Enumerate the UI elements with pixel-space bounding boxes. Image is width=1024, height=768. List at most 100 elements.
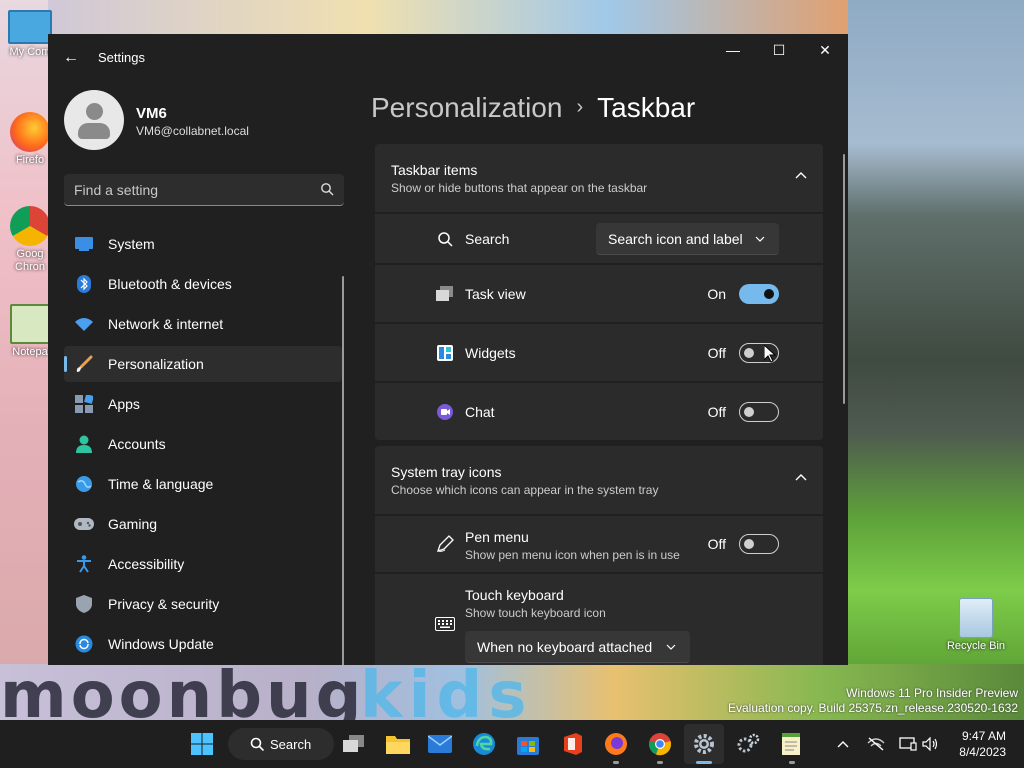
- notepad-button[interactable]: [772, 724, 812, 764]
- sidebar-item-system[interactable]: System: [64, 226, 342, 262]
- toggle-state-label: Off: [707, 404, 726, 420]
- toggle-knob: [764, 289, 774, 299]
- pen-menu-toggle[interactable]: [739, 534, 779, 554]
- sidebar-item-accounts[interactable]: Accounts: [64, 426, 342, 462]
- sidebar-item-personalization[interactable]: Personalization: [64, 346, 342, 382]
- touch-keyboard-dropdown[interactable]: When no keyboard attached: [465, 631, 690, 663]
- show-hidden-icons-button[interactable]: [832, 720, 854, 768]
- task-view-toggle[interactable]: [739, 284, 779, 304]
- start-button[interactable]: [182, 724, 222, 764]
- chat-toggle[interactable]: [739, 402, 779, 422]
- clock[interactable]: 9:47 AM 8/4/2023: [959, 728, 1006, 760]
- breadcrumb-chevron-icon: ›: [576, 96, 584, 118]
- setting-row-touch-keyboard: Touch keyboard Show touch keyboard icon …: [375, 574, 823, 665]
- close-button[interactable]: ✕: [802, 34, 848, 66]
- desktop-icon-recycle-bin[interactable]: Recycle Bin: [940, 598, 1012, 652]
- desktop-icon-chrome[interactable]: Goog Chron: [8, 206, 52, 274]
- chevron-up-icon: [837, 741, 849, 748]
- mail-button[interactable]: [420, 724, 460, 764]
- brush-icon: [74, 354, 94, 374]
- sidebar-item-time-language[interactable]: Time & language: [64, 466, 342, 502]
- gear-icon: [694, 734, 714, 754]
- task-view-icon: [343, 735, 364, 752]
- setting-row-pen-menu: Pen menu Show pen menu icon when pen is …: [375, 516, 823, 572]
- setting-row-widgets: Widgets Off: [375, 324, 823, 381]
- minimize-button[interactable]: —: [710, 34, 756, 66]
- desktop-icon-firefox[interactable]: Firefo: [8, 112, 52, 166]
- firefox-icon: [605, 733, 627, 755]
- desktop-icon-label: Firefo: [15, 154, 45, 166]
- watermark-line-1: Windows 11 Pro Insider Preview: [846, 686, 1018, 700]
- setting-label: Chat: [465, 404, 495, 420]
- sidebar-item-privacy[interactable]: Privacy & security: [64, 586, 342, 622]
- volume-tray-button[interactable]: [920, 720, 942, 768]
- firefox-icon: [10, 112, 50, 152]
- chrome-button[interactable]: [640, 724, 680, 764]
- desktop-icon-notepad[interactable]: Notepa: [8, 304, 52, 358]
- shield-icon: [74, 594, 94, 614]
- sidebar-item-label: Accounts: [108, 436, 166, 452]
- user-name: VM6: [136, 105, 167, 122]
- accounts-icon: [74, 434, 94, 454]
- task-view-button[interactable]: [334, 724, 374, 764]
- file-explorer-button[interactable]: [378, 724, 418, 764]
- system-tray-icons-header[interactable]: System tray icons Choose which icons can…: [375, 446, 823, 514]
- sidebar-item-label: Personalization: [108, 356, 204, 372]
- active-app-indicator: [696, 761, 712, 764]
- chrome-icon: [10, 206, 50, 246]
- title-bar: ← Settings — ☐ ✕: [48, 34, 848, 82]
- edge-button[interactable]: [464, 724, 504, 764]
- search-icon: [250, 737, 264, 751]
- sidebar-item-bluetooth[interactable]: Bluetooth & devices: [64, 266, 342, 302]
- maximize-button[interactable]: ☐: [756, 34, 802, 66]
- taskbar-search-button[interactable]: Search: [228, 728, 334, 760]
- toggle-state-label: Off: [707, 536, 726, 552]
- find-setting-input[interactable]: [74, 174, 314, 205]
- content-scrollbar[interactable]: [843, 154, 845, 404]
- desktop-icon-label: Notepa: [12, 346, 48, 358]
- store-button[interactable]: [508, 724, 548, 764]
- network-tray-button[interactable]: [864, 720, 888, 768]
- sidebar-item-label: Time & language: [108, 476, 214, 492]
- sidebar-item-windows-update[interactable]: Windows Update: [64, 626, 342, 662]
- search-icon: [435, 229, 455, 249]
- chat-icon: [435, 402, 455, 422]
- office-button[interactable]: [552, 724, 592, 764]
- sidebar-item-label: Network & internet: [108, 316, 224, 332]
- system-icon: [74, 234, 94, 254]
- group-subtitle: Choose which icons can appear in the sys…: [391, 483, 659, 497]
- setting-label: Task view: [465, 286, 526, 302]
- settings-taskbar-button[interactable]: [684, 724, 724, 764]
- sidebar-scrollbar[interactable]: [342, 276, 344, 665]
- display-tray-button[interactable]: [896, 720, 920, 768]
- taskbar-search-label: Search: [270, 736, 312, 752]
- folder-icon: [386, 736, 410, 754]
- volume-icon: [922, 737, 938, 751]
- network-disconnected-icon: [867, 737, 885, 751]
- back-button[interactable]: ←: [60, 48, 82, 68]
- chevron-up-icon[interactable]: [795, 170, 807, 182]
- sidebar-item-apps[interactable]: Apps: [64, 386, 342, 422]
- widgets-icon: [435, 343, 455, 363]
- chevron-up-icon[interactable]: [795, 472, 807, 484]
- setting-row-task-view: Task view On: [375, 265, 823, 322]
- sidebar-item-label: Bluetooth & devices: [108, 276, 232, 292]
- user-email: VM6@collabnet.local: [136, 124, 249, 138]
- monitor-icon: [8, 10, 52, 44]
- search-icon[interactable]: [320, 182, 334, 196]
- search-mode-dropdown[interactable]: Search icon and label: [596, 223, 779, 255]
- avatar[interactable]: [64, 90, 124, 150]
- taskbar-items-header[interactable]: Taskbar items Show or hide buttons that …: [375, 144, 823, 212]
- breadcrumb-parent[interactable]: Personalization: [371, 92, 562, 123]
- firefox-button[interactable]: [596, 724, 636, 764]
- clock-date: 8/4/2023: [959, 745, 1006, 759]
- notepad-icon: [782, 733, 800, 755]
- toggle-state-label: On: [707, 286, 726, 302]
- sidebar-item-label: Windows Update: [108, 636, 214, 652]
- toggle-knob: [744, 407, 754, 417]
- setting-label: Touch keyboard: [465, 587, 564, 603]
- sidebar-item-gaming[interactable]: Gaming: [64, 506, 342, 542]
- sidebar-item-network[interactable]: Network & internet: [64, 306, 342, 342]
- sidebar-item-accessibility[interactable]: Accessibility: [64, 546, 342, 582]
- control-panel-button[interactable]: [728, 724, 768, 764]
